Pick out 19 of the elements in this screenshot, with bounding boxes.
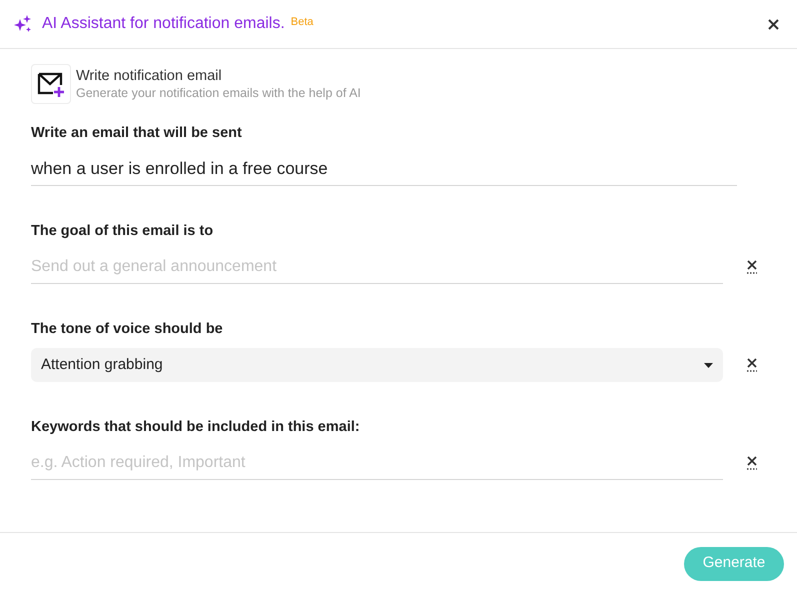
- intro-subtitle: Generate your notification emails with the help of AI: [76, 84, 361, 102]
- input-field[interactable]: e.g. Action required, Important: [31, 446, 723, 480]
- field-label: The tone of voice should be: [31, 320, 224, 338]
- sparkle-icon: [14, 15, 32, 33]
- clear-icon: [746, 456, 758, 470]
- dropdown-caret-icon: [704, 362, 713, 368]
- clear-icon: [746, 358, 758, 372]
- dialog-title: AI Assistant for notification emails.: [42, 14, 285, 34]
- field-label: The goal of this email is to: [31, 222, 214, 240]
- field-label: Write an email that will be sent: [31, 124, 243, 142]
- beta-label: Beta: [290, 14, 314, 30]
- field-label: Keywords that should be included in this email:: [31, 418, 361, 436]
- envelope-plus-icon: [37, 71, 65, 97]
- clear-icon: [746, 260, 758, 274]
- intro-title: Write notification email: [76, 66, 223, 84]
- close-icon: [768, 18, 778, 30]
- input-field[interactable]: when a user is enrolled in a free course: [31, 152, 737, 186]
- select-field[interactable]: Attention grabbing: [31, 348, 723, 382]
- input-field[interactable]: Send out a general announcement: [31, 250, 723, 284]
